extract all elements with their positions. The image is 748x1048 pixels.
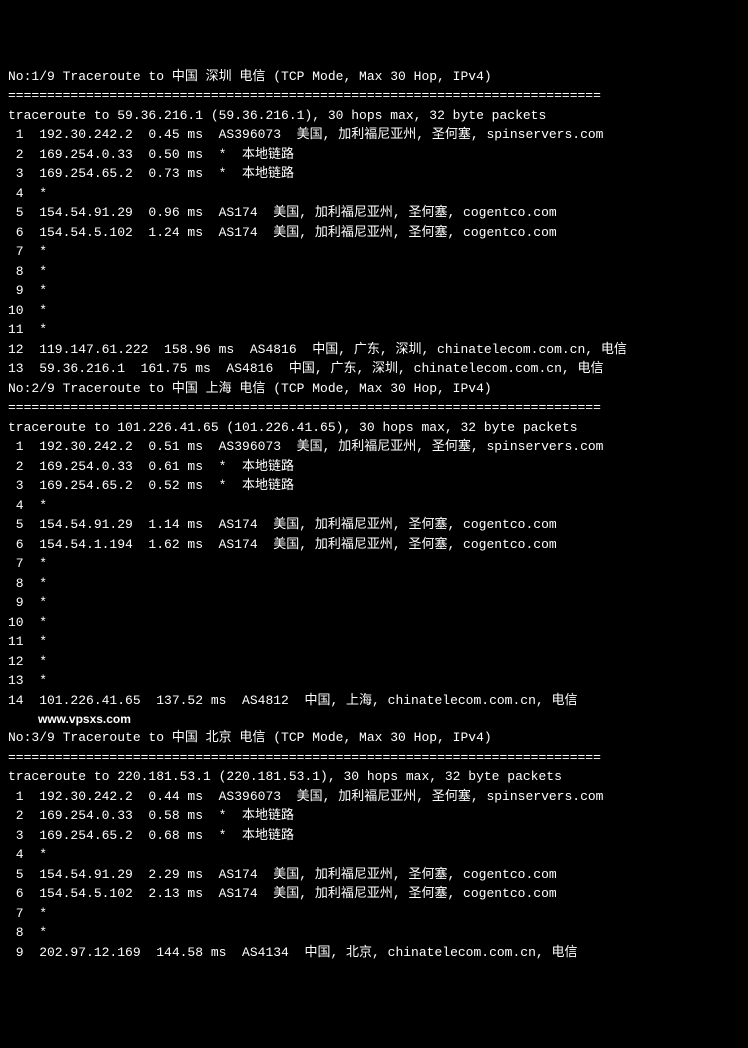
terminal-line: 10 *	[8, 613, 740, 633]
terminal-line: 6 154.54.5.102 1.24 ms AS174 美国, 加利福尼亚州,…	[8, 223, 740, 243]
terminal-line: 14 101.226.41.65 137.52 ms AS4812 中国, 上海…	[8, 691, 740, 711]
terminal-line: No:3/9 Traceroute to 中国 北京 电信 (TCP Mode,…	[8, 728, 740, 748]
terminal-line: 7 *	[8, 242, 740, 262]
terminal-line: 1 192.30.242.2 0.51 ms AS396073 美国, 加利福尼…	[8, 437, 740, 457]
terminal-line: traceroute to 220.181.53.1 (220.181.53.1…	[8, 767, 740, 787]
terminal-line: 5 154.54.91.29 0.96 ms AS174 美国, 加利福尼亚州,…	[8, 203, 740, 223]
terminal-line: 4 *	[8, 845, 740, 865]
terminal-line: ========================================…	[8, 748, 740, 768]
terminal-line: 2 169.254.0.33 0.50 ms * 本地链路	[8, 145, 740, 165]
terminal-line: 9 *	[8, 281, 740, 301]
terminal-line: 4 *	[8, 496, 740, 516]
terminal-line: 7 *	[8, 904, 740, 924]
terminal-line: ========================================…	[8, 86, 740, 106]
terminal-line: traceroute to 59.36.216.1 (59.36.216.1),…	[8, 106, 740, 126]
terminal-line: 11 *	[8, 632, 740, 652]
terminal-line: 6 154.54.1.194 1.62 ms AS174 美国, 加利福尼亚州,…	[8, 535, 740, 555]
terminal-line: 8 *	[8, 262, 740, 282]
terminal-line: 12 *	[8, 652, 740, 672]
terminal-line: 1 192.30.242.2 0.45 ms AS396073 美国, 加利福尼…	[8, 125, 740, 145]
terminal-line: 13 *	[8, 671, 740, 691]
terminal-line: 9 *	[8, 593, 740, 613]
terminal-line: 10 *	[8, 301, 740, 321]
terminal-line: 12 119.147.61.222 158.96 ms AS4816 中国, 广…	[8, 340, 740, 360]
terminal-line: 5 154.54.91.29 2.29 ms AS174 美国, 加利福尼亚州,…	[8, 865, 740, 885]
terminal-line: 3 169.254.65.2 0.68 ms * 本地链路	[8, 826, 740, 846]
terminal-line: 3 169.254.65.2 0.73 ms * 本地链路	[8, 164, 740, 184]
terminal-line: 8 *	[8, 923, 740, 943]
terminal-line: 8 *	[8, 574, 740, 594]
terminal-line: ========================================…	[8, 398, 740, 418]
terminal-line: No:1/9 Traceroute to 中国 深圳 电信 (TCP Mode,…	[8, 67, 740, 87]
terminal-line: 13 59.36.216.1 161.75 ms AS4816 中国, 广东, …	[8, 359, 740, 379]
terminal-line: 9 202.97.12.169 144.58 ms AS4134 中国, 北京,…	[8, 943, 740, 963]
terminal-output: No:1/9 Traceroute to 中国 深圳 电信 (TCP Mode,…	[8, 67, 740, 963]
terminal-line: 4 *	[8, 184, 740, 204]
terminal-line: 2 169.254.0.33 0.61 ms * 本地链路	[8, 457, 740, 477]
terminal-line: 3 169.254.65.2 0.52 ms * 本地链路	[8, 476, 740, 496]
terminal-line: 6 154.54.5.102 2.13 ms AS174 美国, 加利福尼亚州,…	[8, 884, 740, 904]
terminal-line: 7 *	[8, 554, 740, 574]
terminal-line: No:2/9 Traceroute to 中国 上海 电信 (TCP Mode,…	[8, 379, 740, 399]
terminal-line: 5 154.54.91.29 1.14 ms AS174 美国, 加利福尼亚州,…	[8, 515, 740, 535]
watermark: www.vpsxs.com	[8, 710, 740, 728]
terminal-line: 2 169.254.0.33 0.58 ms * 本地链路	[8, 806, 740, 826]
terminal-line: 11 *	[8, 320, 740, 340]
terminal-line: 1 192.30.242.2 0.44 ms AS396073 美国, 加利福尼…	[8, 787, 740, 807]
terminal-line: traceroute to 101.226.41.65 (101.226.41.…	[8, 418, 740, 438]
